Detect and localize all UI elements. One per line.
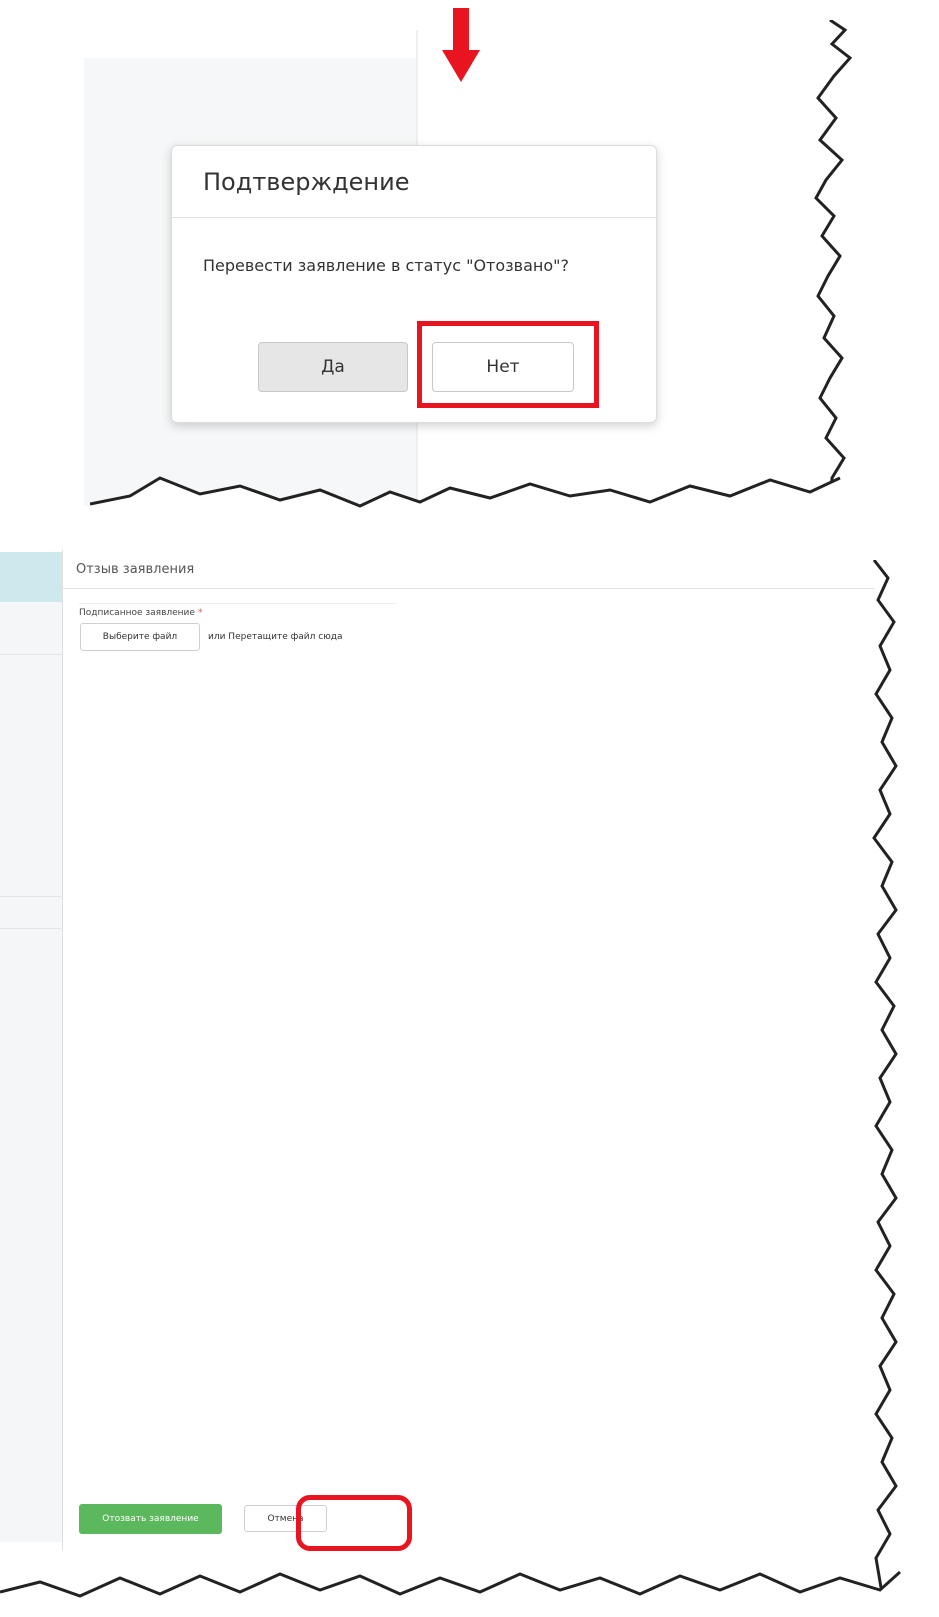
field-divider — [79, 603, 397, 604]
torn-edge-bottom — [90, 476, 850, 536]
background-sidebar — [0, 602, 62, 1542]
divider — [0, 654, 62, 655]
dialog-message: Перевести заявление в статус "Отозвано"? — [203, 256, 569, 275]
divider — [0, 928, 62, 929]
file-field-label: Подписанное заявление * — [79, 608, 202, 618]
withdraw-form-screenshot: Отзыв заявления Подписанное заявление * В… — [0, 540, 939, 1617]
arrow-down-icon — [442, 8, 480, 82]
yes-button[interactable]: Да — [258, 342, 408, 392]
required-mark: * — [197, 608, 203, 618]
form-title: Отзыв заявления — [63, 550, 875, 589]
dialog-title: Подтверждение — [203, 167, 410, 196]
withdraw-form-panel: Отзыв заявления Подписанное заявление * В… — [62, 550, 875, 1551]
confirmation-screenshot: Подтверждение Перевести заявление в стат… — [0, 0, 939, 540]
divider — [0, 896, 62, 897]
torn-edge-bottom — [0, 1570, 939, 1617]
drop-zone-hint[interactable]: или Перетащите файл сюда — [208, 632, 343, 642]
torn-edge-right — [872, 560, 939, 1617]
file-field-label-text: Подписанное заявление — [79, 608, 195, 618]
highlight-box-cancel-button — [296, 1495, 412, 1551]
withdraw-application-button[interactable]: Отозвать заявление — [79, 1504, 222, 1534]
background-header-strip — [0, 552, 62, 602]
torn-edge-right — [814, 20, 860, 510]
highlight-box-no-button — [417, 321, 599, 408]
choose-file-button[interactable]: Выберите файл — [80, 623, 200, 651]
dialog-header: Подтверждение — [172, 146, 656, 218]
